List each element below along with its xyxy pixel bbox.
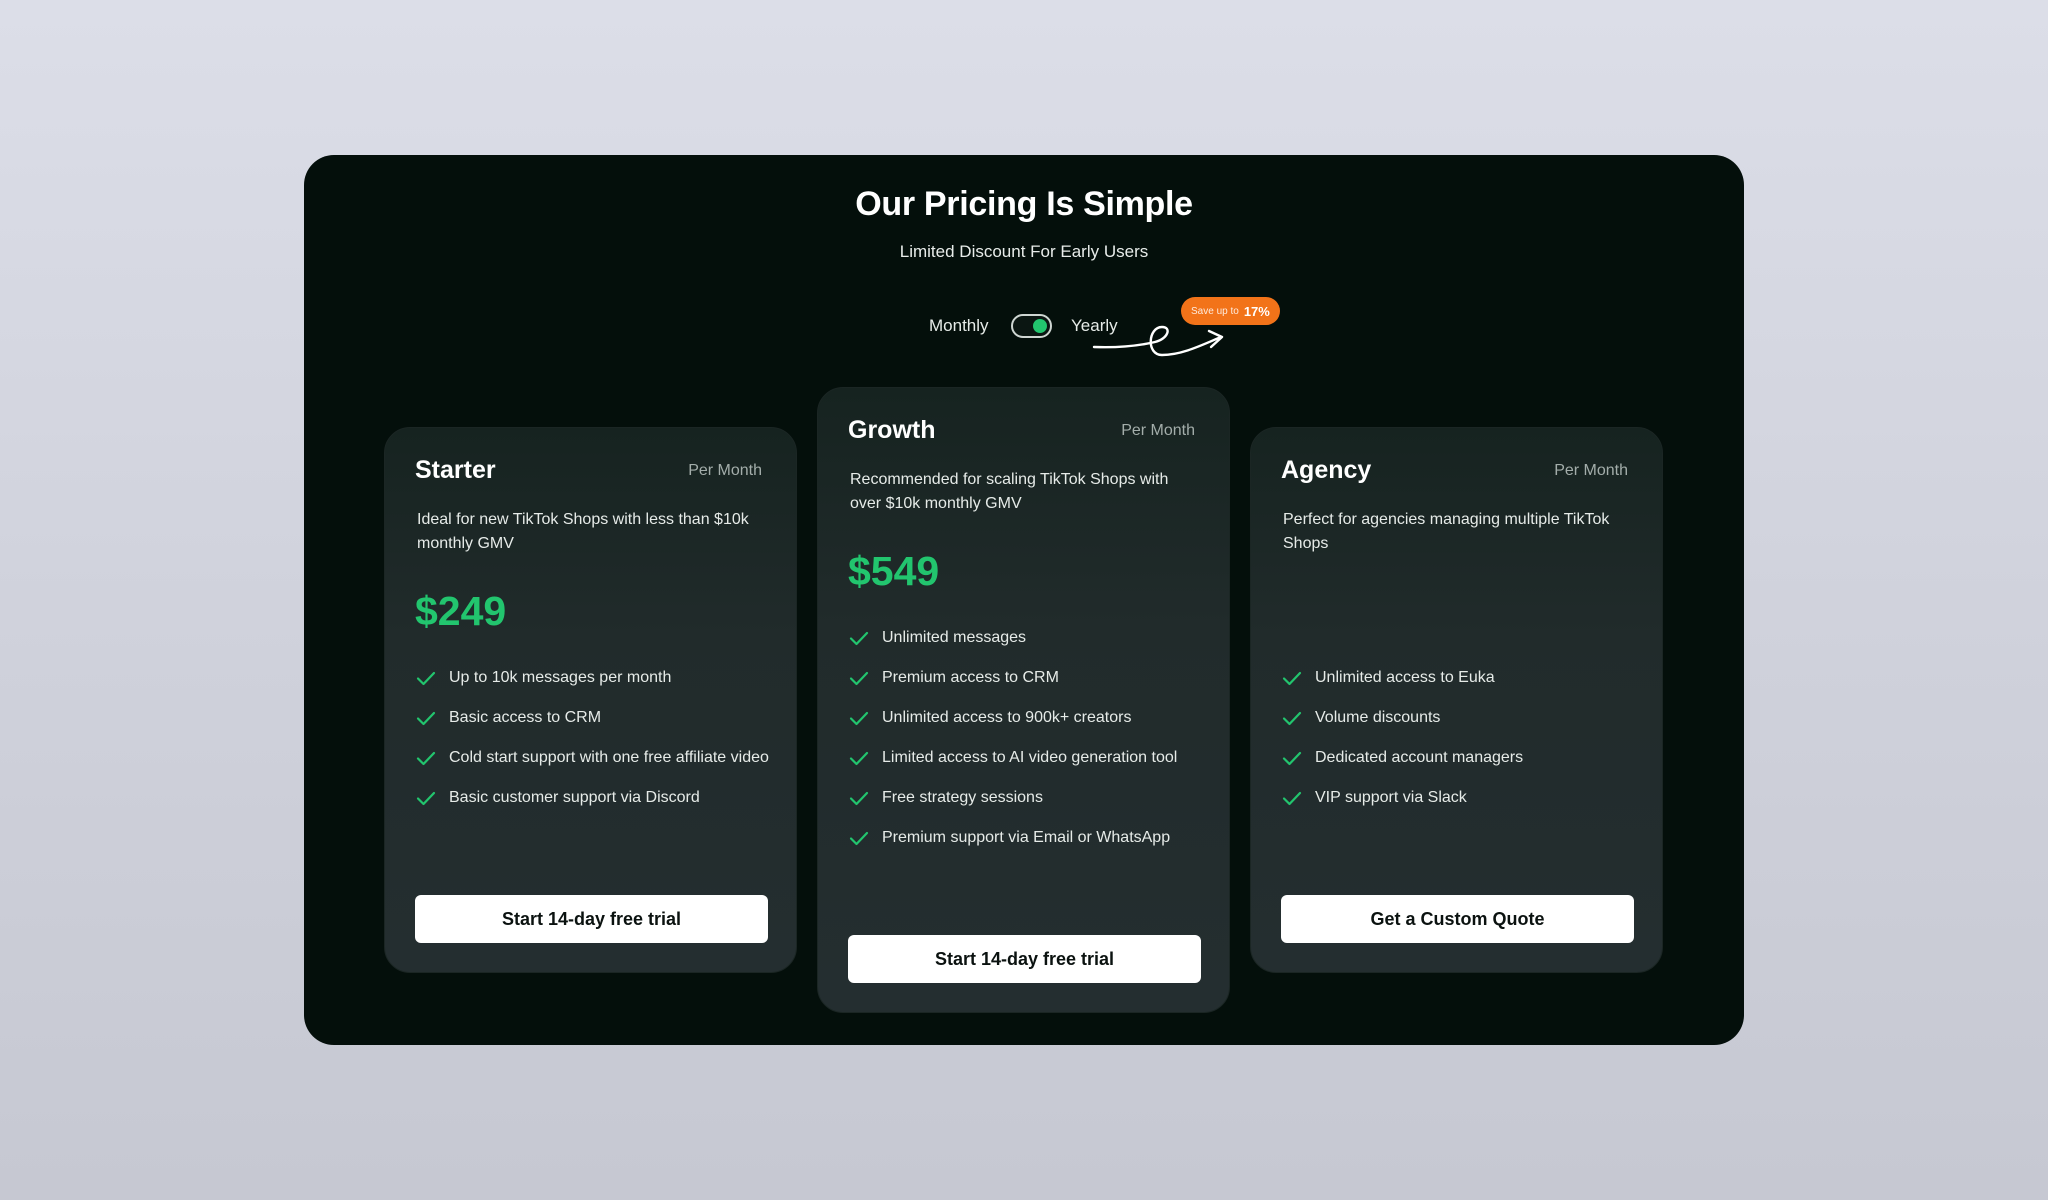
feature-item: Limited access to AI video generation to… [848, 738, 1177, 778]
feature-list: Unlimited access to Euka Volume discount… [1281, 658, 1523, 818]
plan-description: Ideal for new TikTok Shops with less tha… [417, 511, 749, 552]
plan-card-growth: Growth Per Month Recommended for scaling… [817, 387, 1230, 1013]
feature-item: Basic access to CRM [415, 698, 769, 738]
check-icon [849, 711, 869, 726]
feature-item: Premium access to CRM [848, 658, 1177, 698]
check-icon [849, 671, 869, 686]
check-icon [1282, 791, 1302, 806]
check-icon [416, 671, 436, 686]
feature-item: Premium support via Email or WhatsApp [848, 818, 1177, 858]
page-title: Our Pricing Is Simple [855, 185, 1193, 223]
pricing-panel: Our Pricing Is Simple Limited Discount F… [304, 155, 1744, 1045]
feature-item: Dedicated account managers [1281, 738, 1523, 778]
billing-toggle[interactable] [1011, 314, 1052, 338]
feature-text: Premium support via Email or WhatsApp [882, 829, 1171, 846]
feature-text: Cold start support with one free affilia… [449, 749, 769, 766]
plan-name: Starter [415, 456, 496, 484]
plan-period: Per Month [1121, 422, 1195, 439]
plan-price: $249 [415, 588, 507, 634]
save-badge-prefix: Save up to [1191, 305, 1239, 317]
feature-item: Unlimited access to 900k+ creators [848, 698, 1177, 738]
check-icon [1282, 711, 1302, 726]
feature-list: Up to 10k messages per month Basic acces… [415, 658, 769, 818]
feature-text: Dedicated account managers [1315, 749, 1524, 766]
check-icon [1282, 751, 1302, 766]
feature-item: Up to 10k messages per month [415, 658, 769, 698]
start-trial-button-growth[interactable]: Start 14-day free trial [848, 935, 1201, 983]
page-subtitle: Limited Discount For Early Users [899, 242, 1149, 261]
check-icon [849, 791, 869, 806]
feature-text: Basic customer support via Discord [449, 789, 700, 806]
monthly-label[interactable]: Monthly [929, 316, 989, 336]
save-badge: Save up to 17% [1181, 297, 1280, 325]
check-icon [849, 751, 869, 766]
feature-text: Premium access to CRM [882, 669, 1059, 686]
feature-item: VIP support via Slack [1281, 778, 1523, 818]
plan-card-agency: Agency Per Month Perfect for agencies ma… [1250, 427, 1663, 973]
feature-text: Free strategy sessions [882, 789, 1043, 806]
feature-item: Unlimited messages [848, 618, 1177, 658]
feature-text: Up to 10k messages per month [449, 669, 672, 686]
feature-text: Unlimited access to Euka [1315, 669, 1495, 686]
check-icon [1282, 671, 1302, 686]
start-trial-button-starter[interactable]: Start 14-day free trial [415, 895, 768, 943]
plan-name: Agency [1281, 456, 1372, 484]
custom-quote-button[interactable]: Get a Custom Quote [1281, 895, 1634, 943]
plan-description: Recommended for scaling TikTok Shops wit… [850, 471, 1169, 512]
feature-item: Basic customer support via Discord [415, 778, 769, 818]
feature-text: Unlimited access to 900k+ creators [882, 709, 1132, 726]
feature-text: VIP support via Slack [1315, 789, 1467, 806]
feature-text: Limited access to AI video generation to… [882, 749, 1178, 766]
plan-period: Per Month [1554, 462, 1628, 479]
check-icon [849, 831, 869, 846]
plan-period: Per Month [688, 462, 762, 479]
feature-list: Unlimited messages Premium access to CRM… [848, 618, 1177, 858]
feature-item: Unlimited access to Euka [1281, 658, 1523, 698]
check-icon [416, 791, 436, 806]
check-icon [416, 711, 436, 726]
feature-text: Basic access to CRM [449, 709, 602, 726]
feature-item: Free strategy sessions [848, 778, 1177, 818]
feature-text: Unlimited messages [882, 629, 1027, 646]
save-badge-value: 17% [1243, 303, 1270, 319]
plan-price: $549 [848, 548, 940, 594]
feature-item: Cold start support with one free affilia… [415, 738, 769, 778]
feature-text: Volume discounts [1315, 709, 1441, 726]
check-icon [416, 751, 436, 766]
toggle-knob [1033, 319, 1047, 333]
check-icon [849, 631, 869, 646]
plan-card-starter: Starter Per Month Ideal for new TikTok S… [384, 427, 797, 973]
plan-description: Perfect for agencies managing multiple T… [1283, 511, 1610, 552]
plan-name: Growth [848, 416, 936, 444]
feature-item: Volume discounts [1281, 698, 1523, 738]
